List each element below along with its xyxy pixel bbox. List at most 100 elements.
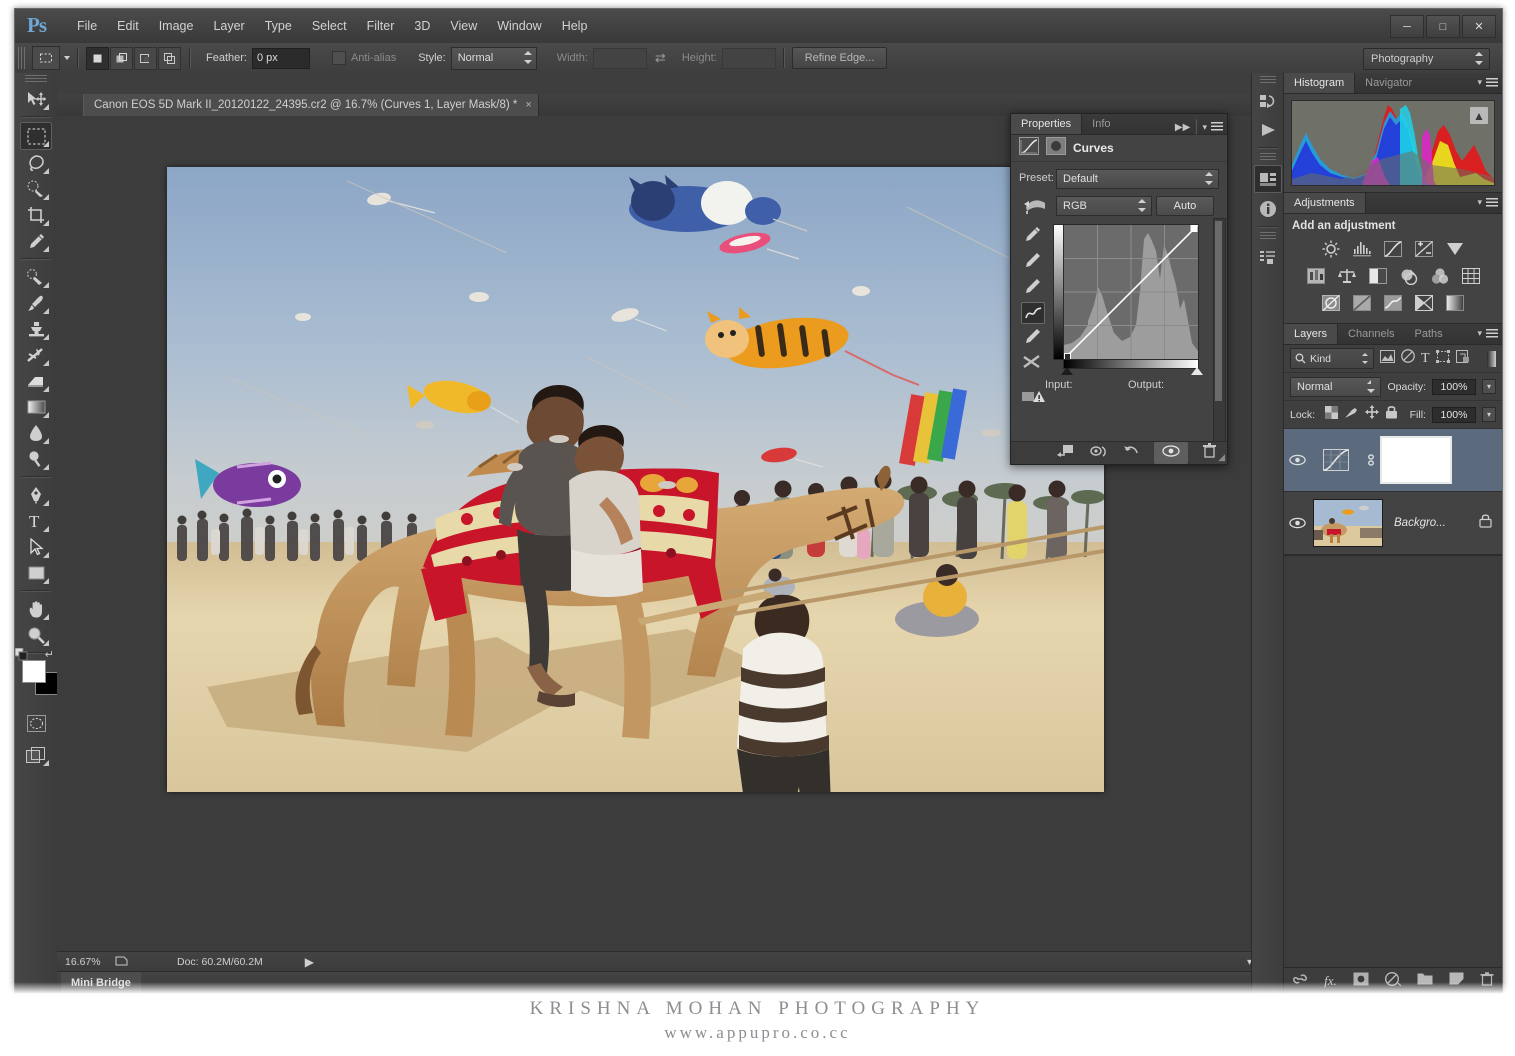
- info-icon[interactable]: [1255, 196, 1281, 222]
- lock-position-icon[interactable]: [1365, 405, 1379, 424]
- toolbar-grip[interactable]: [25, 75, 47, 84]
- tool-preset-chevron-icon[interactable]: [64, 56, 70, 60]
- close-document-icon[interactable]: ×: [525, 94, 531, 116]
- layer-name-background[interactable]: Backgro...: [1394, 517, 1446, 529]
- levels-icon[interactable]: [1351, 239, 1373, 259]
- minimize-button[interactable]: ─: [1390, 15, 1424, 38]
- brush-tool[interactable]: [21, 290, 51, 316]
- curves-icon[interactable]: [1382, 239, 1404, 259]
- rectangle-tool[interactable]: [21, 560, 51, 586]
- screen-mode-button[interactable]: [21, 742, 51, 768]
- history-icon[interactable]: [1255, 88, 1281, 114]
- zoom-level[interactable]: 16.67%: [65, 956, 109, 968]
- layer-mask-link-icon[interactable]: [1362, 452, 1380, 468]
- tool-presets-icon[interactable]: [1255, 244, 1281, 270]
- resize-grip-icon[interactable]: ◢: [1218, 452, 1225, 463]
- filter-type-icon[interactable]: T: [1421, 351, 1430, 367]
- menu-select[interactable]: Select: [302, 15, 357, 37]
- panel-menu-icon[interactable]: ▾: [1202, 122, 1207, 133]
- properties-vertical-scrollbar[interactable]: [1213, 218, 1226, 442]
- foreground-color-swatch[interactable]: [22, 660, 46, 683]
- preset-select[interactable]: Default: [1056, 169, 1219, 189]
- tab-info[interactable]: Info: [1082, 114, 1120, 134]
- layer-thumbnail-curves[interactable]: [1310, 449, 1362, 471]
- filter-pixel-icon[interactable]: [1380, 350, 1395, 368]
- gradient-tool[interactable]: [21, 394, 51, 420]
- close-button[interactable]: ✕: [1462, 15, 1496, 38]
- collapse-panel-icon[interactable]: ▶▶: [1175, 122, 1190, 133]
- tool-preset-picker[interactable]: [32, 46, 60, 70]
- adjustments-panel-menu[interactable]: ▾: [1477, 197, 1498, 208]
- pen-tool[interactable]: [21, 482, 51, 508]
- view-previous-state-button[interactable]: [1089, 443, 1109, 463]
- tab-adjustments[interactable]: Adjustments: [1284, 193, 1366, 213]
- tab-properties[interactable]: Properties: [1011, 114, 1082, 134]
- tab-layers[interactable]: Layers: [1284, 324, 1338, 344]
- hand-tool[interactable]: [21, 596, 51, 622]
- swap-colors-icon[interactable]: ↵: [45, 648, 54, 661]
- menu-window[interactable]: Window: [487, 15, 551, 37]
- blend-mode-select[interactable]: Normal: [1290, 377, 1381, 397]
- edit-curve-points-button[interactable]: [1021, 302, 1045, 324]
- feather-input[interactable]: 0 px: [252, 48, 310, 69]
- layers-panel-menu[interactable]: ▾: [1477, 328, 1498, 339]
- curve-grid[interactable]: [1063, 224, 1199, 360]
- width-input[interactable]: [593, 48, 647, 69]
- path-selection-tool[interactable]: [21, 534, 51, 560]
- eyedropper-tool[interactable]: [21, 228, 51, 254]
- horizontal-type-tool[interactable]: T: [21, 508, 51, 534]
- auto-button[interactable]: Auto: [1156, 196, 1214, 216]
- layer-mask-thumbnail-icon[interactable]: [1046, 137, 1066, 160]
- maximize-button[interactable]: □: [1426, 15, 1460, 38]
- actions-play-icon[interactable]: [1255, 117, 1281, 143]
- menu-3d[interactable]: 3D: [404, 15, 440, 37]
- threshold-icon[interactable]: [1382, 293, 1404, 313]
- vibrance-icon[interactable]: [1444, 239, 1466, 259]
- layer-filter-kind-select[interactable]: Kind: [1290, 348, 1374, 369]
- layer-locked-icon[interactable]: [1479, 513, 1492, 533]
- sample-in-image-eyedropper-icon[interactable]: [1021, 224, 1047, 248]
- smooth-curve-icon[interactable]: [1021, 352, 1047, 376]
- dock-grip[interactable]: [1260, 232, 1276, 241]
- height-input[interactable]: [722, 48, 776, 69]
- filter-toggle-icon[interactable]: [1487, 351, 1496, 367]
- menu-image[interactable]: Image: [149, 15, 204, 37]
- layer-visibility-toggle[interactable]: [1284, 454, 1310, 466]
- channel-mixer-icon[interactable]: [1429, 266, 1451, 286]
- menu-layer[interactable]: Layer: [203, 15, 254, 37]
- layer-thumbnail-background[interactable]: [1310, 499, 1386, 547]
- curve-pencil-tool-icon[interactable]: [1021, 326, 1047, 350]
- invert-icon[interactable]: [1320, 293, 1342, 313]
- layer-visibility-toggle[interactable]: [1284, 517, 1310, 529]
- opacity-scrubber-icon[interactable]: ▾: [1482, 379, 1496, 394]
- options-bar-grip[interactable]: [18, 47, 27, 69]
- channel-select[interactable]: RGB: [1056, 196, 1152, 216]
- proof-colors-icon[interactable]: [115, 955, 129, 970]
- black-point-slider[interactable]: [1061, 367, 1073, 375]
- clone-stamp-tool[interactable]: [21, 316, 51, 342]
- intersect-with-selection-button[interactable]: [158, 47, 181, 70]
- quick-mask-mode-button[interactable]: [21, 710, 51, 736]
- menu-file[interactable]: File: [67, 15, 107, 37]
- tab-histogram[interactable]: Histogram: [1284, 73, 1355, 93]
- history-brush-tool[interactable]: [21, 342, 51, 368]
- status-expand-icon[interactable]: ▶: [305, 955, 314, 969]
- menu-filter[interactable]: Filter: [357, 15, 405, 37]
- histogram-warning-icon[interactable]: ▲: [1470, 107, 1488, 124]
- anti-alias-checkbox[interactable]: [332, 51, 346, 65]
- crop-tool[interactable]: [21, 202, 51, 228]
- filter-adjustment-icon[interactable]: [1401, 349, 1415, 368]
- tab-navigator[interactable]: Navigator: [1355, 73, 1422, 93]
- lasso-tool[interactable]: [21, 150, 51, 176]
- scrollbar-thumb[interactable]: [1215, 221, 1222, 401]
- blur-tool[interactable]: [21, 420, 51, 446]
- toggle-layer-visibility-button[interactable]: [1154, 442, 1188, 464]
- menu-edit[interactable]: Edit: [107, 15, 149, 37]
- tab-paths[interactable]: Paths: [1405, 324, 1453, 344]
- histogram-panel-menu[interactable]: ▾: [1477, 77, 1498, 88]
- photo-filter-icon[interactable]: [1398, 266, 1420, 286]
- style-select[interactable]: Normal: [451, 47, 537, 70]
- white-point-slider[interactable]: [1191, 367, 1203, 375]
- lock-transparency-icon[interactable]: [1325, 406, 1338, 424]
- mini-bridge-icon[interactable]: [1254, 165, 1282, 193]
